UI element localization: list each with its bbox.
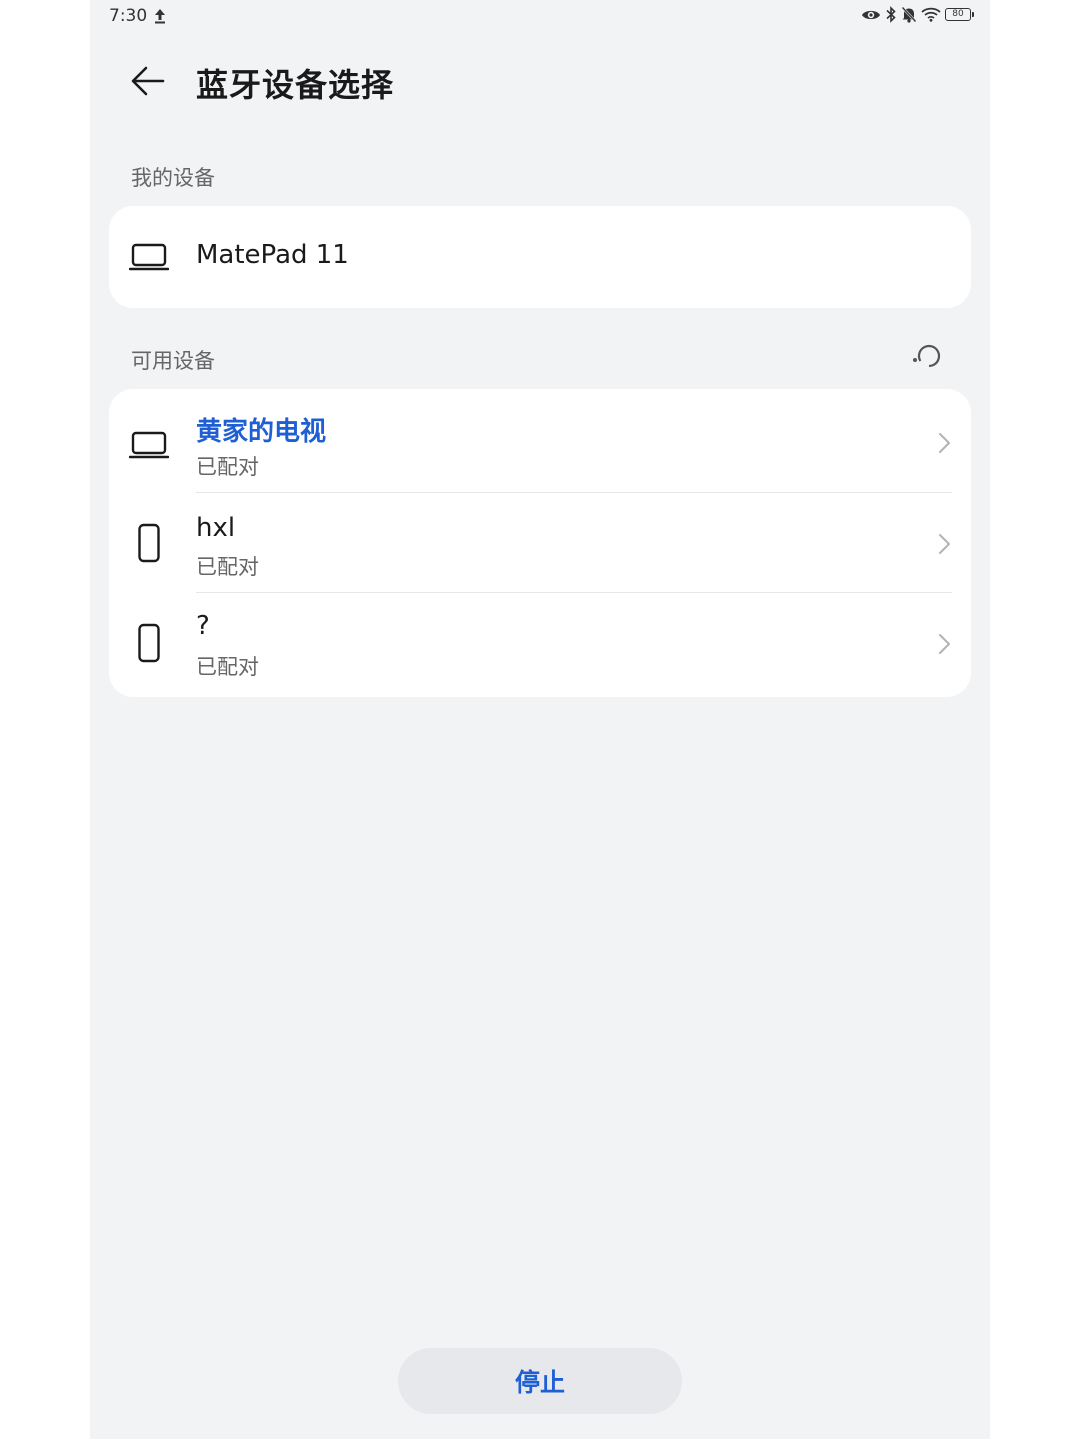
device-name: 黄家的电视 [196,417,327,447]
status-bar: 7:30 80 [90,0,990,34]
available-devices-label: 可用设备 [131,349,215,373]
bluetooth-device-picker-screen: 7:30 80 蓝牙设备选择 我的设备 MatePad 11 可用设备 黄家的电… [90,0,990,1439]
laptop-icon [129,425,169,465]
device-status: 已配对 [196,455,259,479]
page-title: 蓝牙设备选择 [196,66,395,104]
stop-button[interactable]: 停止 [398,1348,682,1414]
battery-icon: 80 [945,8,974,21]
header: 蓝牙设备选择 [90,50,990,112]
status-icons: 80 [861,6,974,23]
laptop-icon [129,237,169,277]
arrow-left-icon [131,66,165,96]
bell-muted-icon [901,6,917,23]
battery-level: 80 [952,9,964,19]
phone-icon [129,523,169,563]
my-devices-label: 我的设备 [131,166,215,190]
chevron-right-icon [939,534,950,554]
chevron-right-icon [939,433,950,453]
available-device-row[interactable]: 黄家的电视 已配对 [109,389,971,493]
available-device-row[interactable]: ? 已配对 [109,593,971,697]
device-status: 已配对 [196,655,259,679]
available-devices-card: 黄家的电视 已配对 hxl 已配对 ? 已配对 [109,389,971,697]
device-name: hxl [196,513,236,543]
back-button[interactable] [128,61,168,101]
my-device-row[interactable]: MatePad 11 [109,206,971,308]
chevron-right-icon [939,634,950,654]
available-device-row[interactable]: hxl 已配对 [109,493,971,593]
upload-arrow-icon [155,9,166,24]
scanning-icon[interactable] [910,342,944,372]
phone-icon [129,623,169,663]
my-devices-card: MatePad 11 [109,206,971,308]
eye-icon [862,10,880,19]
status-time-group: 7:30 [109,6,167,26]
device-status: 已配对 [196,555,259,579]
device-name: ? [196,611,210,641]
bluetooth-icon [886,6,896,23]
wifi-icon [921,7,941,22]
status-time: 7:30 [109,6,148,26]
my-device-name: MatePad 11 [196,240,349,270]
